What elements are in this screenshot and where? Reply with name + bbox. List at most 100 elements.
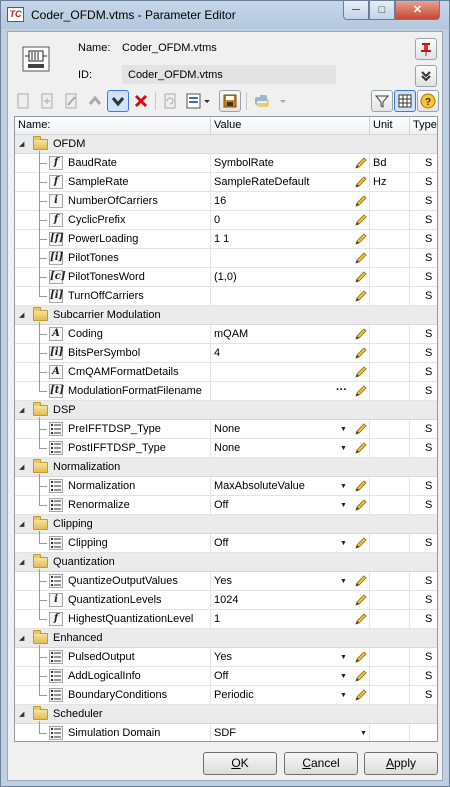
- delete-icon[interactable]: [130, 90, 152, 112]
- collapse-triangle-icon[interactable]: ◢: [19, 710, 24, 718]
- edit-pencil-icon[interactable]: [354, 290, 367, 303]
- new-file-icon[interactable]: [12, 90, 34, 112]
- column-header-value[interactable]: Value: [211, 117, 370, 135]
- group-row[interactable]: ◢ Clipping: [15, 515, 437, 534]
- edit-pencil-icon[interactable]: [354, 328, 367, 341]
- parameter-row[interactable]: PreIFFTDSP_Type None ▼ S: [15, 420, 437, 439]
- parameter-value[interactable]: 1 1: [214, 230, 229, 249]
- python-menu-icon[interactable]: [252, 90, 292, 112]
- move-down-icon[interactable]: [107, 90, 129, 112]
- dropdown-arrow-icon[interactable]: ▼: [340, 420, 347, 439]
- dropdown-arrow-icon[interactable]: ▼: [340, 496, 347, 515]
- edit-pencil-icon[interactable]: [354, 594, 367, 607]
- close-button[interactable]: ✕: [395, 1, 440, 20]
- dropdown-arrow-icon[interactable]: ▼: [340, 572, 347, 591]
- parameter-row[interactable]: PulsedOutput Yes ▼ S: [15, 648, 437, 667]
- edit-pencil-icon[interactable]: [354, 689, 367, 702]
- edit-pencil-icon[interactable]: [354, 499, 367, 512]
- parameter-row[interactable]: Renormalize Off ▼ S: [15, 496, 437, 515]
- parameter-value[interactable]: 16: [214, 192, 226, 211]
- parameter-value[interactable]: Periodic: [214, 686, 254, 705]
- save-icon[interactable]: [219, 90, 241, 112]
- parameter-value[interactable]: 0: [214, 211, 220, 230]
- parameter-value[interactable]: SampleRateDefault: [214, 173, 309, 192]
- edit-pencil-icon[interactable]: [354, 233, 367, 246]
- dropdown-arrow-icon[interactable]: ▼: [360, 724, 367, 741]
- parameter-row[interactable]: f SampleRate SampleRateDefault Hz S: [15, 173, 437, 192]
- title-bar[interactable]: TC Coder_OFDM.vtms - Parameter Editor ─ …: [1, 1, 449, 29]
- edit-pencil-icon[interactable]: [354, 214, 367, 227]
- dropdown-arrow-icon[interactable]: ▼: [340, 648, 347, 667]
- parameter-value[interactable]: Yes: [214, 648, 232, 667]
- parameter-row[interactable]: Clipping Off ▼ S: [15, 534, 437, 553]
- collapse-button[interactable]: [415, 65, 437, 87]
- edit-pencil-icon[interactable]: [354, 252, 367, 265]
- group-row[interactable]: ◢ Enhanced: [15, 629, 437, 648]
- reset-icon[interactable]: [159, 90, 181, 112]
- parameter-row[interactable]: A CmQAMFormatDetails S: [15, 363, 437, 382]
- minimize-button[interactable]: ─: [343, 1, 369, 20]
- parameter-row[interactable]: [t] ModulationFormatFilename ··· S: [15, 382, 437, 401]
- edit-pencil-icon[interactable]: [354, 423, 367, 436]
- parameter-row[interactable]: f BaudRate SymbolRate Bd S: [15, 154, 437, 173]
- collapse-triangle-icon[interactable]: ◢: [19, 520, 24, 528]
- column-header-unit[interactable]: Unit: [370, 117, 410, 135]
- browse-ellipsis-button[interactable]: ···: [336, 382, 347, 399]
- parameter-row[interactable]: [f] PowerLoading 1 1 S: [15, 230, 437, 249]
- parameter-row[interactable]: i NumberOfCarriers 16 S: [15, 192, 437, 211]
- parameter-value[interactable]: 1024: [214, 591, 238, 610]
- add-parameter-icon[interactable]: [36, 90, 58, 112]
- parameter-value[interactable]: None: [214, 439, 240, 458]
- parameter-row[interactable]: [i] TurnOffCarriers S: [15, 287, 437, 306]
- parameter-row[interactable]: PostIFFTDSP_Type None ▼ S: [15, 439, 437, 458]
- group-row[interactable]: ◢ OFDM: [15, 135, 437, 154]
- ok-button[interactable]: OK: [203, 752, 277, 775]
- parameter-row[interactable]: A Coding mQAM S: [15, 325, 437, 344]
- filter-icon[interactable]: [371, 90, 393, 112]
- edit-pencil-icon[interactable]: [354, 613, 367, 626]
- collapse-triangle-icon[interactable]: ◢: [19, 558, 24, 566]
- collapse-triangle-icon[interactable]: ◢: [19, 311, 24, 319]
- edit-pencil-icon[interactable]: [354, 575, 367, 588]
- edit-pencil-icon[interactable]: [354, 670, 367, 683]
- parameter-value[interactable]: Yes: [214, 572, 232, 591]
- edit-pencil-icon[interactable]: [354, 442, 367, 455]
- parameter-value[interactable]: SymbolRate: [214, 154, 274, 173]
- parameter-value[interactable]: SDF: [214, 724, 236, 741]
- collapse-triangle-icon[interactable]: ◢: [19, 463, 24, 471]
- edit-pencil-icon[interactable]: [354, 271, 367, 284]
- column-header-name[interactable]: Name:: [15, 117, 211, 135]
- parameter-value[interactable]: (1,0): [214, 268, 237, 287]
- maximize-button[interactable]: □: [369, 1, 395, 20]
- group-row[interactable]: ◢ DSP: [15, 401, 437, 420]
- pin-button[interactable]: [415, 38, 437, 60]
- group-row[interactable]: ◢ Subcarrier Modulation: [15, 306, 437, 325]
- edit-pencil-icon[interactable]: [354, 195, 367, 208]
- parameter-row[interactable]: BoundaryConditions Periodic ▼ S: [15, 686, 437, 705]
- dropdown-arrow-icon[interactable]: ▼: [340, 477, 347, 496]
- edit-pencil-icon[interactable]: [354, 347, 367, 360]
- dropdown-arrow-icon[interactable]: ▼: [340, 686, 347, 705]
- edit-pencil-icon[interactable]: [354, 537, 367, 550]
- edit-pencil-icon[interactable]: [354, 651, 367, 664]
- cancel-button[interactable]: Cancel: [284, 752, 358, 775]
- dropdown-arrow-icon[interactable]: ▼: [340, 667, 347, 686]
- parameter-row[interactable]: AddLogicalInfo Off ▼ S: [15, 667, 437, 686]
- parameter-row[interactable]: f CyclicPrefix 0 S: [15, 211, 437, 230]
- edit-pencil-icon[interactable]: [354, 176, 367, 189]
- group-row[interactable]: ◢ Quantization: [15, 553, 437, 572]
- parameter-row[interactable]: [c] PilotTonesWord (1,0) S: [15, 268, 437, 287]
- parameter-row[interactable]: QuantizeOutputValues Yes ▼ S: [15, 572, 437, 591]
- parameter-value[interactable]: MaxAbsoluteValue: [214, 477, 305, 496]
- dropdown-arrow-icon[interactable]: ▼: [340, 439, 347, 458]
- parameter-row[interactable]: [i] BitsPerSymbol 4 S: [15, 344, 437, 363]
- parameter-value[interactable]: None: [214, 420, 240, 439]
- column-header-type[interactable]: Type: [410, 117, 437, 135]
- collapse-triangle-icon[interactable]: ◢: [19, 406, 24, 414]
- edit-pencil-icon[interactable]: [354, 157, 367, 170]
- grid-view-icon[interactable]: [394, 90, 416, 112]
- parameter-row[interactable]: i QuantizationLevels 1024 S: [15, 591, 437, 610]
- parameter-value[interactable]: 4: [214, 344, 220, 363]
- edit-pencil-icon[interactable]: [354, 385, 367, 398]
- parameter-row[interactable]: f HighestQuantizationLevel 1 S: [15, 610, 437, 629]
